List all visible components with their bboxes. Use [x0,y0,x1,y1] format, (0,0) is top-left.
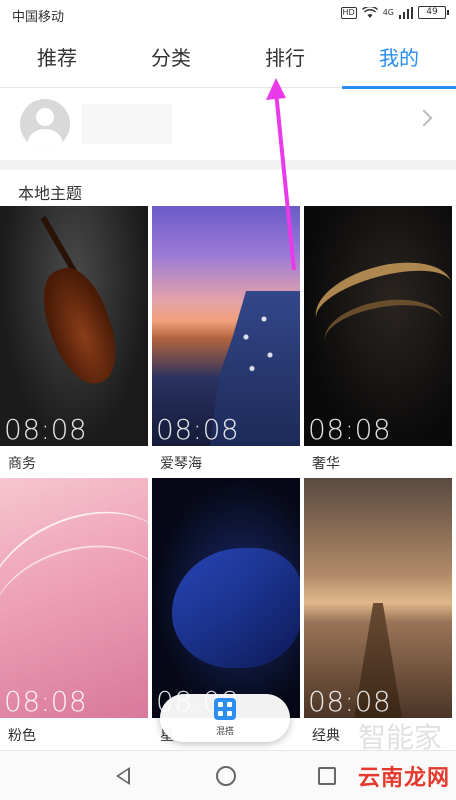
hd-icon: HD [340,6,357,19]
carrier-name: 中国移动 [12,10,65,25]
top-tabs: 推荐 分类 排行 我的 [0,32,456,89]
theme-clock: 08:08 [308,685,392,718]
tab-ranking[interactable]: 排行 [228,32,342,87]
theme-card-classic[interactable]: 08:08 经典 [304,478,452,752]
tab-mine[interactable]: 我的 [342,32,456,89]
theme-label: 奢华 [312,456,340,472]
theme-label: 爱琴海 [160,456,202,472]
home-circle-icon[interactable] [216,766,236,786]
section-title: 本地主题 [18,184,83,203]
mix-button[interactable]: 混搭 [160,694,290,742]
status-bar: 中国移动 HD 4G 49 [0,0,456,30]
battery-icon: 49 [418,6,449,19]
theme-thumbnail[interactable]: 08:08 [304,206,452,446]
theme-label: 粉色 [8,728,36,744]
tab-category[interactable]: 分类 [114,32,228,87]
mix-button-label: 混搭 [215,727,234,737]
theme-thumbnail[interactable]: 08:08 [304,478,452,718]
violin-image [31,259,129,393]
theme-clock: 08:08 [156,413,240,446]
theme-label: 商务 [8,456,36,472]
username-placeholder [82,104,172,144]
blue-wave [172,548,300,668]
theme-card-luxury[interactable]: 08:08 奢华 [304,206,452,480]
theme-thumbnail[interactable]: 08:08 [152,478,300,718]
watermark-logo: 云南龙网 [357,766,450,791]
section-divider [0,160,456,170]
theme-card-aegean[interactable]: 08:08 爱琴海 [152,206,300,480]
theme-thumbnail[interactable]: 08:08 [152,206,300,446]
wifi-icon [361,6,378,18]
network-type: 4G [382,8,394,17]
theme-thumbnail[interactable]: 08:08 [0,206,148,446]
signal-icon [399,6,413,19]
chevron-right-icon [415,109,433,127]
grid-icon [214,698,236,720]
back-triangle-icon[interactable] [116,767,130,785]
theme-card-pink[interactable]: 08:08 粉色 [0,478,148,752]
theme-thumbnail[interactable]: 08:08 [0,478,148,718]
profile-row[interactable] [0,88,456,160]
tab-recommend[interactable]: 推荐 [0,32,114,87]
town-lights [228,301,288,391]
theme-clock: 08:08 [4,413,88,446]
theme-clock: 08:08 [308,413,392,446]
recent-square-icon[interactable] [318,767,336,785]
theme-card-business[interactable]: 08:08 商务 [0,206,148,480]
status-icons: HD 4G 49 [340,6,449,19]
default-avatar-icon[interactable] [20,99,70,149]
theme-clock: 08:08 [4,685,88,718]
